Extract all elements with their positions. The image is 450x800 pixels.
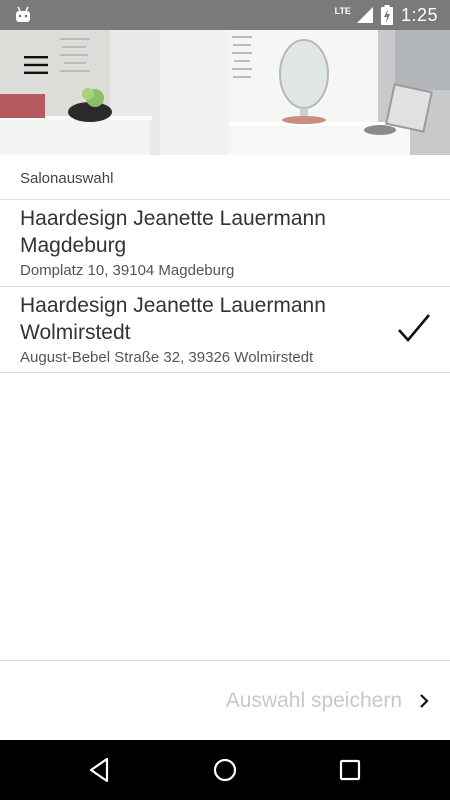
chevron-right-icon [420, 694, 429, 708]
back-icon[interactable] [85, 755, 115, 785]
salon-address: August-Bebel Straße 32, 39326 Wolmirsted… [20, 349, 314, 366]
signal-icon [356, 7, 373, 23]
network-type-label: LTE [334, 6, 351, 16]
save-selection-button[interactable]: Auswahl speichern [226, 681, 430, 721]
menu-button[interactable] [18, 50, 54, 80]
salon-name: Haardesign Jeanette Lauermann Magdeburg [20, 207, 326, 257]
checkmark-icon [398, 314, 430, 342]
hamburger-menu-icon [24, 56, 48, 74]
salon-item-magdeburg[interactable]: Haardesign Jeanette Lauermann Magdeburg … [0, 205, 450, 285]
section-title: Salonauswahl [20, 170, 114, 187]
salon-name: Haardesign Jeanette Lauermann Wolmirsted… [20, 294, 326, 344]
recents-icon[interactable] [335, 755, 365, 785]
home-icon[interactable] [210, 755, 240, 785]
status-bar: LTE 1:25 [0, 0, 450, 30]
android-debug-icon [16, 6, 30, 22]
battery-charging-icon [380, 5, 393, 25]
navigation-bar [0, 740, 450, 800]
save-selection-label: Auswahl speichern [225, 689, 402, 712]
salon-address: Domplatz 10, 39104 Magdeburg [20, 262, 235, 279]
divider [0, 372, 450, 373]
clock: 1:25 [400, 4, 438, 25]
salon-header-image [0, 30, 450, 155]
divider [0, 286, 450, 287]
footer: Auswahl speichern [0, 660, 450, 741]
salon-interior-illustration [0, 30, 450, 155]
divider [0, 199, 450, 200]
salon-item-wolmirstedt[interactable]: Haardesign Jeanette Lauermann Wolmirsted… [0, 292, 450, 372]
